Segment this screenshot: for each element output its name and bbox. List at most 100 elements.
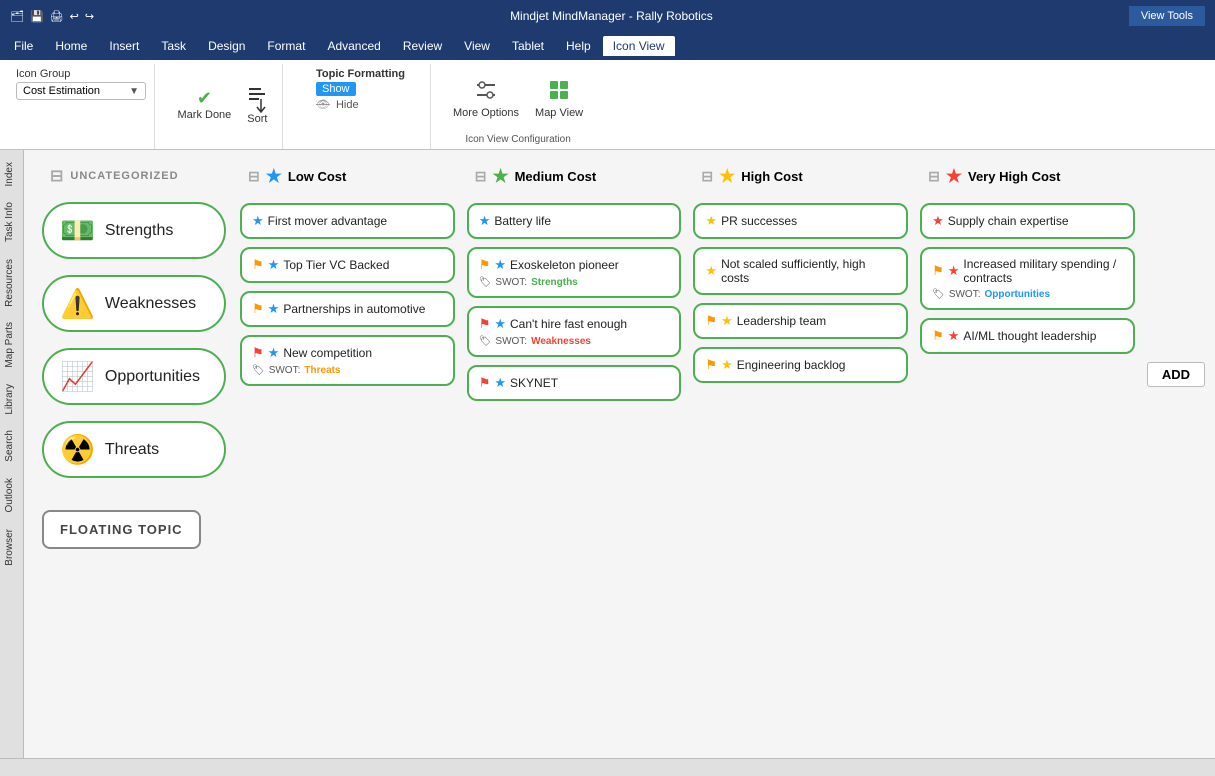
pr-text: PR successes bbox=[721, 214, 797, 228]
hide-row: 👁 Hide bbox=[316, 98, 405, 111]
sidebar-tab-search[interactable]: Search bbox=[0, 422, 23, 470]
exoskeleton-tag-icon: 🏷 bbox=[479, 277, 492, 288]
sidebar-tabs: Index Task Info Resources Map Parts Libr… bbox=[0, 150, 24, 758]
opportunities-node[interactable]: 📈 Opportunities bbox=[42, 348, 226, 405]
card-partnerships-auto[interactable]: ⚑ ★ Partnerships in automotive bbox=[240, 291, 455, 327]
card-engineering-backlog[interactable]: ⚑ ★ Engineering backlog bbox=[693, 347, 908, 383]
strengths-node[interactable]: 💵 Strengths bbox=[42, 202, 226, 259]
leadership-text: Leadership team bbox=[737, 314, 826, 328]
aiml-text: AI/ML thought leadership bbox=[963, 329, 1096, 343]
card-not-scaled[interactable]: ★ Not scaled sufficiently, high costs bbox=[693, 247, 908, 295]
redo-icon: ↪ bbox=[85, 10, 94, 23]
first-mover-text: First mover advantage bbox=[268, 214, 387, 228]
save-icon: 💾 bbox=[30, 10, 44, 23]
exoskeleton-text: Exoskeleton pioneer bbox=[510, 258, 619, 272]
menu-file[interactable]: File bbox=[4, 36, 43, 56]
sidebar-tab-index[interactable]: Index bbox=[0, 154, 23, 194]
card-new-competition[interactable]: ⚑ ★ New competition 🏷 SWOT: Threats bbox=[240, 335, 455, 386]
partnerships-text: Partnerships in automotive bbox=[283, 302, 425, 316]
low-cost-drag-icon: ⊟ bbox=[248, 168, 260, 185]
card-pr-successes[interactable]: ★ PR successes bbox=[693, 203, 908, 239]
top-tier-text: Top Tier VC Backed bbox=[283, 258, 389, 272]
topic-formatting-content: Topic Formatting Show 👁 Hide bbox=[316, 64, 405, 115]
military-tag-icon: 🏷 bbox=[932, 289, 945, 300]
card-aiml[interactable]: ⚑ ★ AI/ML thought leadership bbox=[920, 318, 1135, 354]
low-cost-label: Low Cost bbox=[288, 169, 347, 184]
card-leadership-team[interactable]: ⚑ ★ Leadership team bbox=[693, 303, 908, 339]
opportunities-icon: 📈 bbox=[60, 360, 95, 393]
menu-icon-view[interactable]: Icon View bbox=[603, 36, 675, 56]
card-first-mover[interactable]: ★ First mover advantage bbox=[240, 203, 455, 239]
menu-review[interactable]: Review bbox=[393, 36, 452, 56]
new-competition-star-icon: ★ bbox=[268, 345, 280, 361]
card-partnerships-header: ⚑ ★ Partnerships in automotive bbox=[252, 301, 443, 317]
menu-task[interactable]: Task bbox=[151, 36, 196, 56]
card-first-mover-header: ★ First mover advantage bbox=[252, 213, 443, 229]
icon-group-label: Icon Group bbox=[16, 68, 146, 80]
military-flag-icon: ⚑ bbox=[932, 263, 944, 279]
sidebar-tab-browser[interactable]: Browser bbox=[0, 521, 23, 574]
menu-view[interactable]: View bbox=[454, 36, 500, 56]
icon-group-dropdown[interactable]: Cost Estimation ▼ bbox=[16, 82, 146, 100]
strengths-icon: 💵 bbox=[60, 214, 95, 247]
menu-advanced[interactable]: Advanced bbox=[317, 36, 390, 56]
top-tier-flag-icon: ⚑ bbox=[252, 257, 264, 273]
military-star-icon: ★ bbox=[948, 263, 960, 279]
uncategorized-divider-icon: ⊟ bbox=[50, 166, 64, 186]
cant-hire-flag-icon: ⚑ bbox=[479, 316, 491, 332]
medium-cost-drag-icon: ⊟ bbox=[475, 168, 487, 185]
menu-home[interactable]: Home bbox=[45, 36, 97, 56]
threats-label: Threats bbox=[105, 441, 159, 459]
file-icon: 🗂 bbox=[10, 10, 24, 23]
card-not-scaled-header: ★ Not scaled sufficiently, high costs bbox=[705, 257, 896, 285]
mark-done-button[interactable]: ✔ Mark Done bbox=[172, 84, 238, 125]
sidebar-tab-library[interactable]: Library bbox=[0, 376, 23, 423]
exoskeleton-swot: 🏷 SWOT: Strengths bbox=[479, 277, 578, 288]
new-competition-flag-icon: ⚑ bbox=[252, 345, 264, 361]
sort-icon bbox=[247, 85, 267, 113]
hide-button[interactable]: Hide bbox=[336, 99, 359, 111]
menu-design[interactable]: Design bbox=[198, 36, 255, 56]
card-military-header: ⚑ ★ Increased military spending / contra… bbox=[932, 257, 1123, 285]
menu-format[interactable]: Format bbox=[257, 36, 315, 56]
card-cant-hire[interactable]: ⚑ ★ Can't hire fast enough 🏷 SWOT: Weakn… bbox=[467, 306, 682, 357]
threats-node[interactable]: ☢️ Threats bbox=[42, 421, 226, 478]
ribbon-group-label-4: Icon View Configuration bbox=[465, 134, 570, 149]
sort-button[interactable]: Sort bbox=[241, 81, 273, 129]
card-engineering-header: ⚑ ★ Engineering backlog bbox=[705, 357, 896, 373]
ribbon-more-options-section: More Options Map View Icon View Configur… bbox=[439, 64, 597, 149]
sidebar-tab-outlook[interactable]: Outlook bbox=[0, 470, 23, 520]
view-tools-tab[interactable]: View Tools bbox=[1129, 6, 1205, 26]
canvas: ⊟ UNCATEGORIZED 💵 Strengths ⚠️ Weaknesse… bbox=[24, 150, 1215, 758]
menu-tablet[interactable]: Tablet bbox=[502, 36, 554, 56]
map-view-button[interactable]: Map View bbox=[529, 75, 589, 123]
cant-hire-swot: 🏷 SWOT: Weaknesses bbox=[479, 336, 591, 347]
card-battery-life[interactable]: ★ Battery life bbox=[467, 203, 682, 239]
card-skynet[interactable]: ⚑ ★ SKYNET bbox=[467, 365, 682, 401]
sidebar-tab-task-info[interactable]: Task Info bbox=[0, 194, 23, 250]
card-military-spending[interactable]: ⚑ ★ Increased military spending / contra… bbox=[920, 247, 1135, 310]
medium-cost-header: ⊟ ★ Medium Cost bbox=[467, 160, 682, 193]
main-layout: Index Task Info Resources Map Parts Libr… bbox=[0, 150, 1215, 758]
top-tier-star-icon: ★ bbox=[268, 257, 280, 273]
new-competition-text: New competition bbox=[283, 346, 372, 360]
card-exoskeleton[interactable]: ⚑ ★ Exoskeleton pioneer 🏷 SWOT: Strength… bbox=[467, 247, 682, 298]
add-column-button[interactable]: ADD bbox=[1147, 362, 1205, 387]
more-options-button[interactable]: More Options bbox=[447, 75, 525, 123]
ribbon-icon-group-section: Icon Group Cost Estimation ▼ bbox=[8, 64, 155, 149]
card-cant-hire-header: ⚑ ★ Can't hire fast enough bbox=[479, 316, 670, 332]
sidebar-tab-map-parts[interactable]: Map Parts bbox=[0, 314, 23, 376]
show-button[interactable]: Show bbox=[316, 82, 356, 96]
weaknesses-node[interactable]: ⚠️ Weaknesses bbox=[42, 275, 226, 332]
menu-help[interactable]: Help bbox=[556, 36, 601, 56]
sliders-icon bbox=[475, 79, 497, 107]
floating-topic[interactable]: FLOATING TOPIC bbox=[42, 510, 201, 549]
card-top-tier-vc[interactable]: ⚑ ★ Top Tier VC Backed bbox=[240, 247, 455, 283]
ribbon-markdone-sort-content: ✔ Mark Done Sort bbox=[172, 64, 274, 145]
skynet-star-icon: ★ bbox=[494, 375, 506, 391]
card-supply-chain[interactable]: ★ Supply chain expertise bbox=[920, 203, 1135, 239]
weaknesses-label: Weaknesses bbox=[105, 295, 196, 313]
very-high-cost-column: ⊟ ★ Very High Cost ★ Supply chain expert… bbox=[914, 160, 1141, 549]
sidebar-tab-resources[interactable]: Resources bbox=[0, 251, 23, 315]
menu-insert[interactable]: Insert bbox=[99, 36, 149, 56]
